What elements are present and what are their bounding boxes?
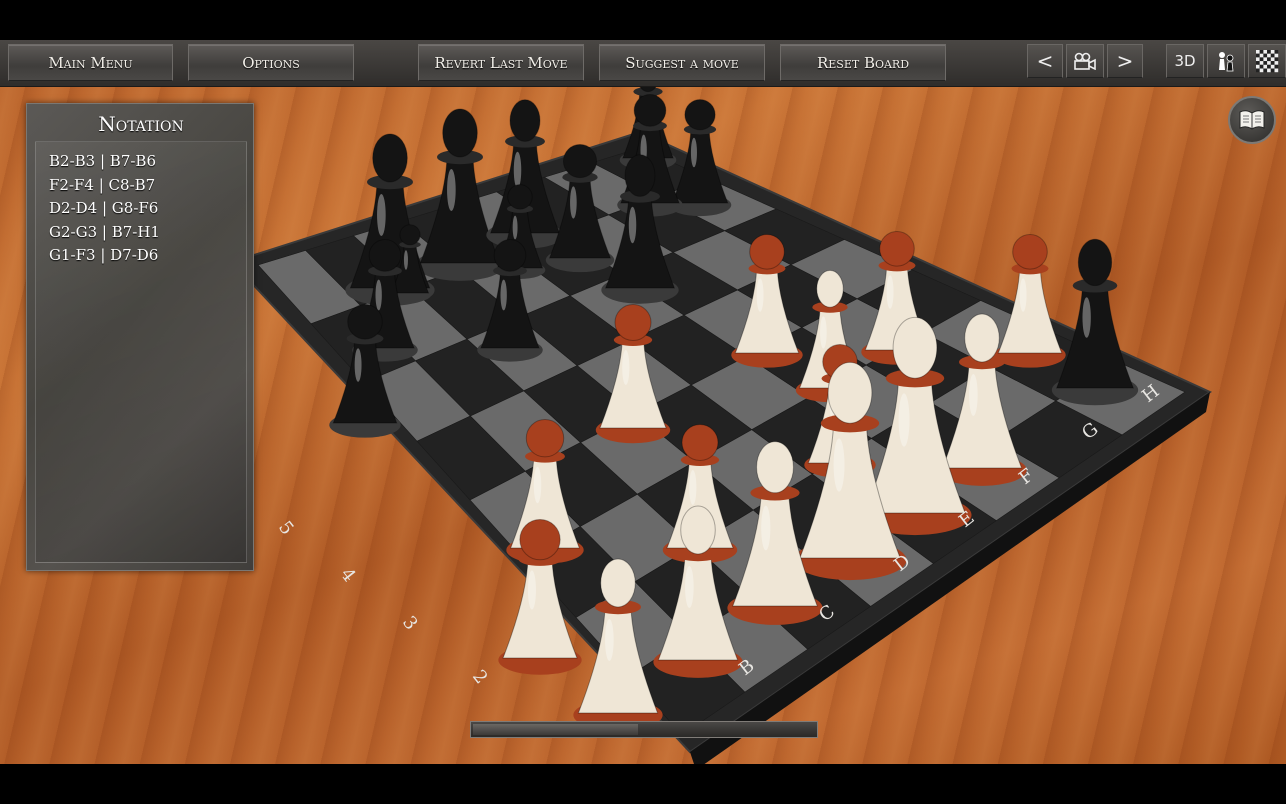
notation-panel: Notation B2-B3 | B7-B6 F2-F4 | C8-B7 D2-… (26, 103, 254, 571)
black-bishop-piece[interactable] (1051, 238, 1139, 406)
revert-last-move-button[interactable]: Revert Last Move (418, 44, 584, 81)
chevron-left-icon: < (1036, 49, 1054, 73)
rank-label: 5 (274, 517, 298, 539)
move-progress-bar (470, 721, 818, 738)
suggest-move-button[interactable]: Suggest a move (599, 44, 765, 81)
chevron-right-icon: > (1116, 49, 1134, 73)
flat-view-button[interactable] (1248, 44, 1286, 78)
notation-toggle-button[interactable] (1228, 96, 1276, 144)
options-button[interactable]: Options (188, 44, 354, 81)
camera-prev-button[interactable]: < (1027, 44, 1063, 78)
piece-style-button[interactable] (1207, 44, 1245, 78)
move-progress-fill (473, 724, 639, 735)
view-3d-button[interactable]: 3D (1166, 44, 1204, 78)
rank-label: 4 (336, 564, 360, 586)
view-3d-label: 3D (1174, 52, 1196, 70)
camera-button[interactable] (1066, 44, 1104, 78)
game-viewport: BCDEFGH2345 Notation B2-B3 | B7-B6 F2-F4… (0, 0, 1286, 804)
move-entry: G1-F3 | D7-D6 (49, 246, 159, 264)
rank-label: 3 (398, 612, 422, 634)
chess-pieces-icon (1219, 52, 1234, 72)
move-entry: F2-F4 | C8-B7 (49, 175, 156, 194)
letterbox-top (0, 0, 1286, 40)
notation-title: Notation (98, 112, 184, 136)
open-book-icon (1239, 110, 1265, 130)
move-entry: G2-G3 | B7-H1 (49, 222, 160, 241)
checkerboard-icon (1256, 50, 1279, 73)
movie-camera-icon (1074, 52, 1096, 70)
top-toolbar: Main Menu Options Revert Last Move Sugge… (0, 40, 1286, 87)
notation-move-list: B2-B3 | B7-B6 F2-F4 | C8-B7 D2-D4 | G8-F… (49, 150, 160, 268)
camera-next-button[interactable]: > (1107, 44, 1143, 78)
move-entry: B2-B3 | B7-B6 (49, 152, 156, 170)
main-menu-button[interactable]: Main Menu (8, 44, 173, 81)
reset-board-button[interactable]: Reset Board (780, 44, 946, 81)
move-entry: D2-D4 | G8-F6 (49, 199, 159, 217)
letterbox-bottom (0, 764, 1286, 804)
rank-label: 2 (468, 666, 492, 688)
